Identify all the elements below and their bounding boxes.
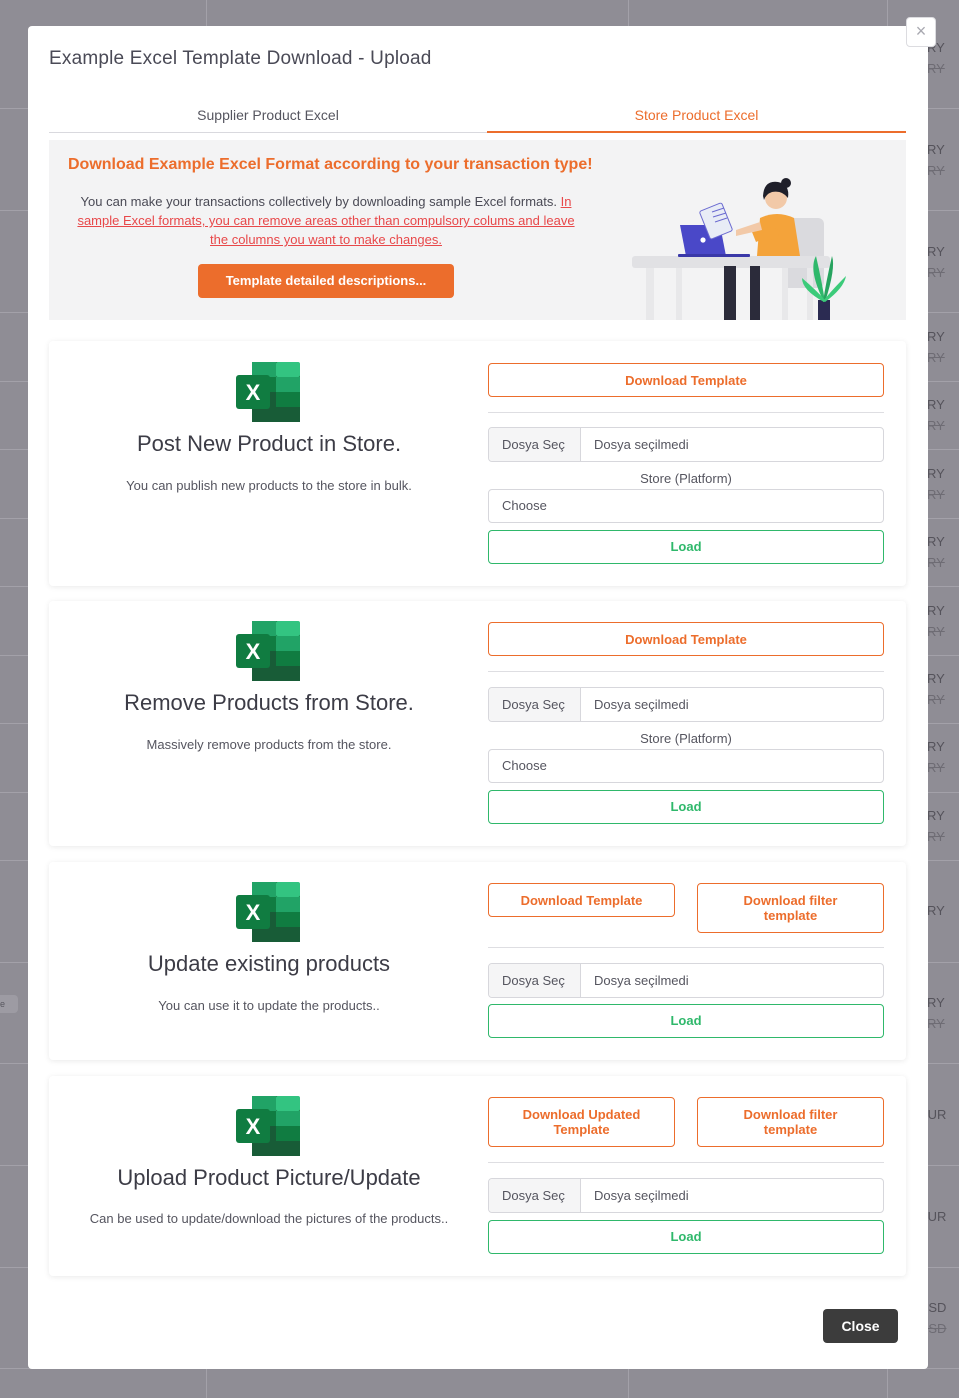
download-template-button[interactable]: Download Template bbox=[488, 883, 675, 917]
excel-icon: X bbox=[236, 621, 300, 681]
download-template-button[interactable]: Download Template bbox=[488, 363, 884, 397]
file-name: Dosya seçilmedi bbox=[594, 1188, 689, 1203]
banner-title: Download Example Excel Format according … bbox=[68, 156, 593, 173]
tab-store-product-excel[interactable]: Store Product Excel bbox=[487, 104, 906, 133]
modal-title: Example Excel Template Download - Upload bbox=[49, 48, 432, 69]
file-input[interactable]: Dosya Seç Dosya seçilmedi bbox=[488, 963, 884, 998]
choose-file-button[interactable]: Dosya Seç bbox=[489, 964, 581, 997]
card-description: Can be used to update/download the pictu… bbox=[89, 1211, 449, 1226]
card-description: You can use it to update the products.. bbox=[158, 998, 380, 1013]
choose-file-button[interactable]: Dosya Seç bbox=[489, 1179, 581, 1212]
card-title: Update existing products bbox=[147, 951, 391, 976]
store-platform-label: Store (Platform) bbox=[640, 731, 732, 746]
file-input[interactable]: Dosya Seç Dosya seçilmedi bbox=[488, 687, 884, 722]
card-remove-products: X Remove Products from Store. Massively … bbox=[49, 601, 906, 846]
svg-text:X: X bbox=[246, 1114, 261, 1139]
download-template-button[interactable]: Download Template bbox=[488, 622, 884, 656]
svg-text:X: X bbox=[246, 639, 261, 664]
load-button[interactable]: Load bbox=[488, 1220, 884, 1254]
card-title: Upload Product Picture/Update bbox=[117, 1165, 421, 1190]
file-name: Dosya seçilmedi bbox=[594, 973, 689, 988]
store-platform-select[interactable]: Choose bbox=[488, 749, 884, 783]
card-title: Post New Product in Store. bbox=[136, 431, 402, 456]
divider bbox=[488, 1162, 884, 1163]
load-button[interactable]: Load bbox=[488, 1004, 884, 1038]
template-descriptions-button[interactable]: Template detailed descriptions... bbox=[198, 264, 454, 298]
download-filter-template-button[interactable]: Download filter template bbox=[697, 1097, 884, 1147]
svg-text:X: X bbox=[246, 380, 261, 405]
close-button[interactable]: Close bbox=[823, 1309, 898, 1343]
file-name: Dosya seçilmedi bbox=[594, 437, 689, 452]
bg-tag: e bbox=[0, 995, 18, 1013]
card-title: Remove Products from Store. bbox=[124, 690, 414, 715]
card-post-new-product: X Post New Product in Store. You can pub… bbox=[49, 341, 906, 586]
download-updated-template-button[interactable]: Download Updated Template bbox=[488, 1097, 675, 1147]
divider bbox=[488, 947, 884, 948]
excel-icon: X bbox=[236, 1096, 300, 1156]
file-input[interactable]: Dosya Seç Dosya seçilmedi bbox=[488, 1178, 884, 1213]
divider bbox=[488, 671, 884, 672]
choose-file-button[interactable]: Dosya Seç bbox=[489, 688, 581, 721]
excel-icon: X bbox=[236, 362, 300, 422]
choose-file-button[interactable]: Dosya Seç bbox=[489, 428, 581, 461]
excel-icon: X bbox=[236, 882, 300, 942]
banner-text-main: You can make your transactions collectiv… bbox=[80, 194, 557, 209]
tab-supplier-product-excel[interactable]: Supplier Product Excel bbox=[49, 104, 487, 132]
load-button[interactable]: Load bbox=[488, 530, 884, 564]
svg-text:X: X bbox=[246, 900, 261, 925]
store-platform-label: Store (Platform) bbox=[640, 471, 732, 486]
excel-template-modal: Example Excel Template Download - Upload… bbox=[28, 26, 928, 1369]
card-description: Massively remove products from the store… bbox=[146, 737, 392, 752]
download-filter-template-button[interactable]: Download filter template bbox=[697, 883, 884, 933]
close-icon[interactable]: × bbox=[906, 17, 936, 47]
load-button[interactable]: Load bbox=[488, 790, 884, 824]
file-name: Dosya seçilmedi bbox=[594, 697, 689, 712]
woman-at-desk-illustration bbox=[632, 178, 846, 320]
info-banner: Download Example Excel Format according … bbox=[49, 140, 906, 320]
card-upload-product-picture: X Upload Product Picture/Update Can be u… bbox=[49, 1076, 906, 1276]
card-description: You can publish new products to the stor… bbox=[126, 478, 412, 493]
card-update-products: X Update existing products You can use i… bbox=[49, 862, 906, 1060]
tab-bar: Supplier Product Excel Store Product Exc… bbox=[49, 104, 906, 133]
divider bbox=[488, 412, 884, 413]
store-platform-select[interactable]: Choose bbox=[488, 489, 884, 523]
file-input[interactable]: Dosya Seç Dosya seçilmedi bbox=[488, 427, 884, 462]
banner-text: You can make your transactions collectiv… bbox=[71, 192, 581, 249]
